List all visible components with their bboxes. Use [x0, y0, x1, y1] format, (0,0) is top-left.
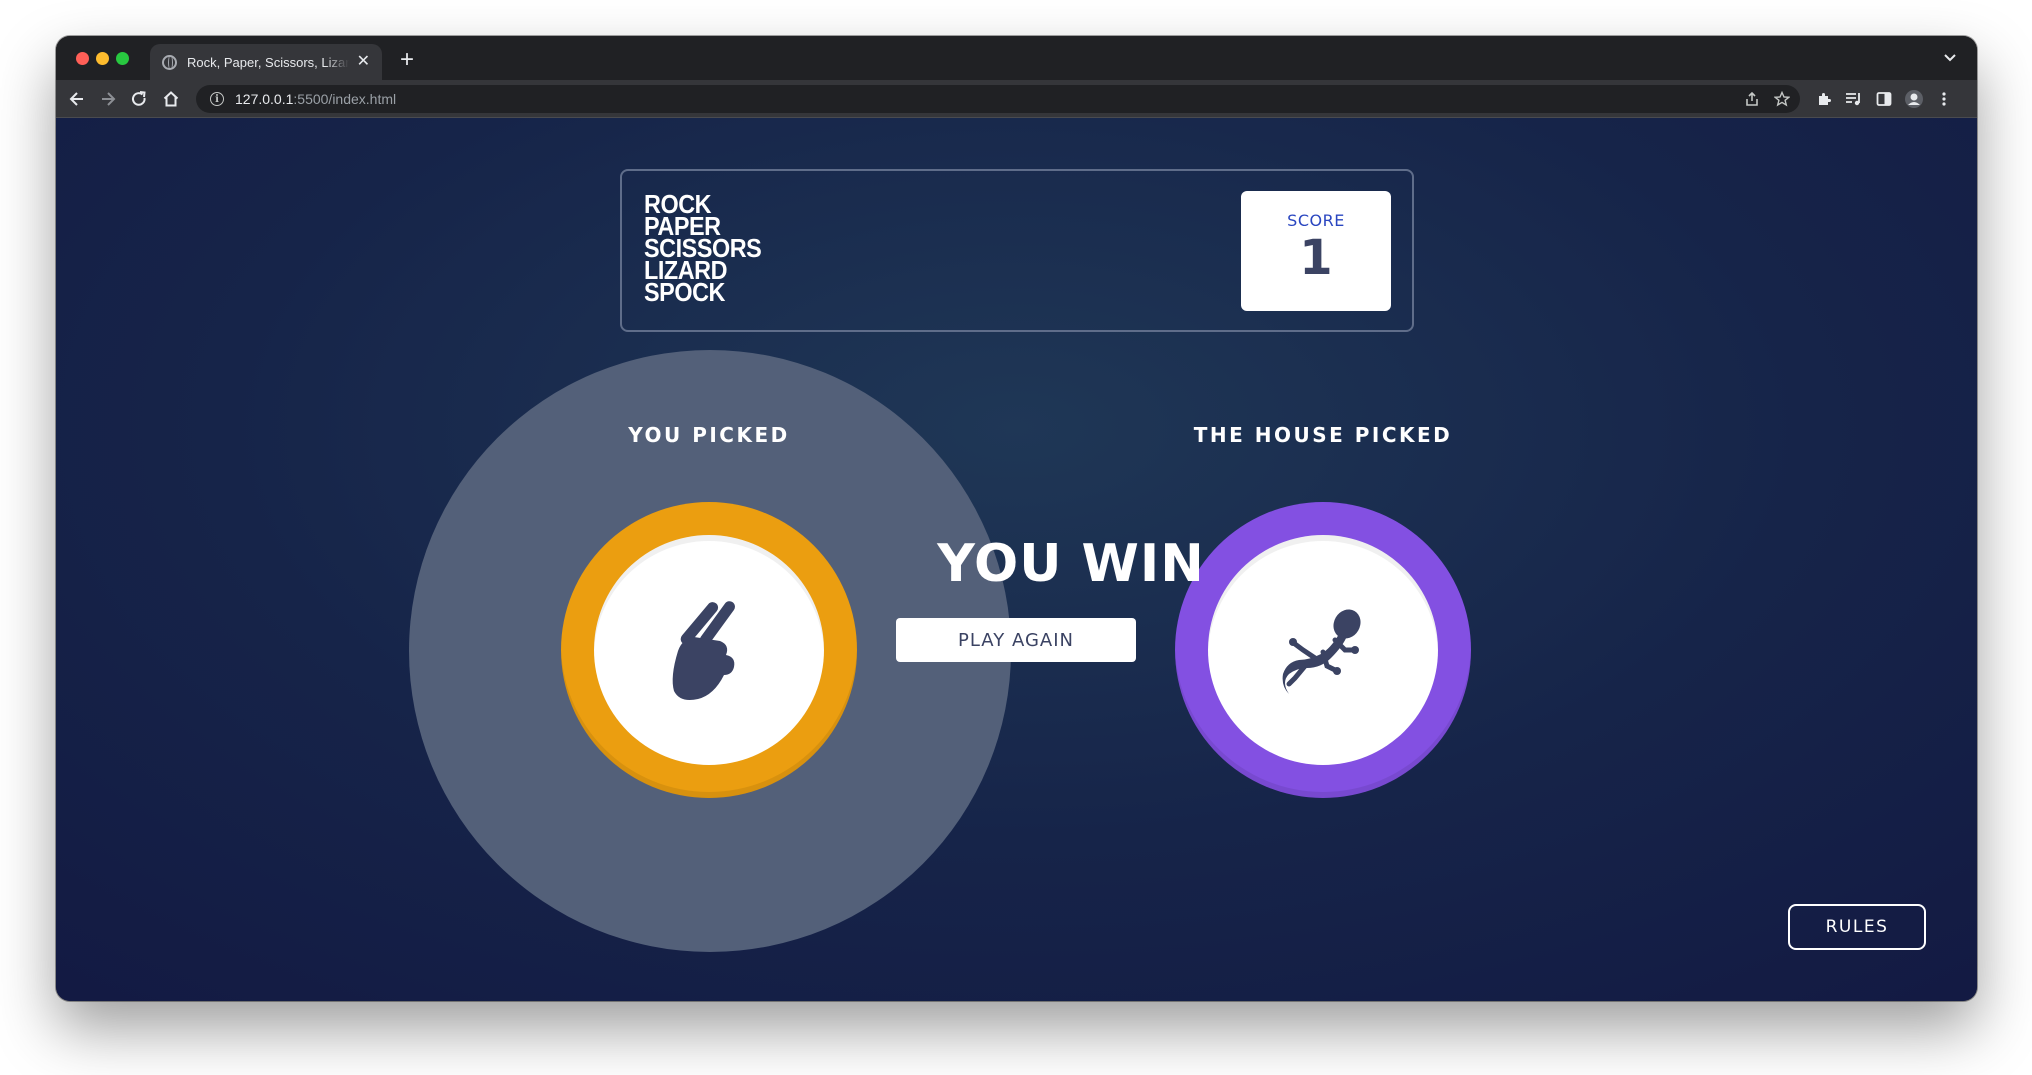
browser-tab[interactable]: Rock, Paper, Scissors, Lizard, Spock ✕ — [150, 44, 382, 80]
tab-search-chevron-icon[interactable] — [1943, 50, 1957, 66]
lizard-icon — [1282, 609, 1361, 694]
globe-icon — [162, 54, 177, 70]
close-window-button[interactable] — [76, 52, 89, 65]
score-header: ROCK PAPER SCISSORS LIZARD SPOCK SCORE 1 — [620, 169, 1414, 332]
close-tab-icon[interactable]: ✕ — [357, 54, 370, 70]
back-arrow-icon[interactable] — [66, 88, 88, 110]
score-box: SCORE 1 — [1241, 191, 1391, 311]
tab-title: Rock, Paper, Scissors, Lizard, Spock — [187, 54, 349, 70]
forward-arrow-icon[interactable] — [97, 88, 119, 110]
extensions-puzzle-icon[interactable] — [1813, 88, 1835, 110]
profile-avatar-icon[interactable] — [1903, 88, 1925, 110]
bookmark-star-icon[interactable] — [1773, 90, 1791, 112]
maximize-window-button[interactable] — [116, 52, 129, 65]
browser-window: Rock, Paper, Scissors, Lizard, Spock ✕ +… — [56, 36, 1977, 1001]
game-page: ROCK PAPER SCISSORS LIZARD SPOCK SCORE 1… — [56, 118, 1977, 1001]
browser-toolbar: i 127.0.0.1:5500/index.html — [56, 80, 1977, 118]
game-logo: ROCK PAPER SCISSORS LIZARD SPOCK — [644, 191, 762, 307]
url-host: 127.0.0.1 — [235, 91, 294, 107]
url-path: :5500/index.html — [293, 91, 397, 107]
score-label: SCORE — [1287, 211, 1345, 230]
home-icon[interactable] — [160, 88, 182, 110]
browser-menu-icon[interactable] — [1933, 88, 1955, 110]
site-info-icon[interactable]: i — [210, 92, 224, 106]
score-value: 1 — [1299, 230, 1333, 286]
you-picked-label: YOU PICKED — [628, 423, 790, 447]
address-bar[interactable]: i 127.0.0.1:5500/index.html — [196, 85, 1800, 113]
logo-line-spock: SPOCK — [644, 277, 725, 307]
reading-list-icon[interactable] — [1843, 88, 1865, 110]
tab-strip: Rock, Paper, Scissors, Lizard, Spock ✕ + — [56, 36, 1977, 80]
play-again-button[interactable]: PLAY AGAIN — [896, 618, 1136, 662]
reload-icon[interactable] — [128, 88, 150, 110]
result-text: YOU WIN — [937, 534, 1205, 594]
rules-button[interactable]: RULES — [1788, 904, 1926, 950]
minimize-window-button[interactable] — [96, 52, 109, 65]
share-icon[interactable] — [1744, 91, 1760, 112]
new-tab-button[interactable]: + — [400, 48, 414, 72]
player-pick-inner — [594, 535, 824, 765]
house-picked-label: THE HOUSE PICKED — [1193, 423, 1453, 447]
side-panel-icon[interactable] — [1873, 88, 1895, 110]
scissors-hand-icon — [672, 601, 735, 700]
player-pick-token — [561, 502, 857, 798]
